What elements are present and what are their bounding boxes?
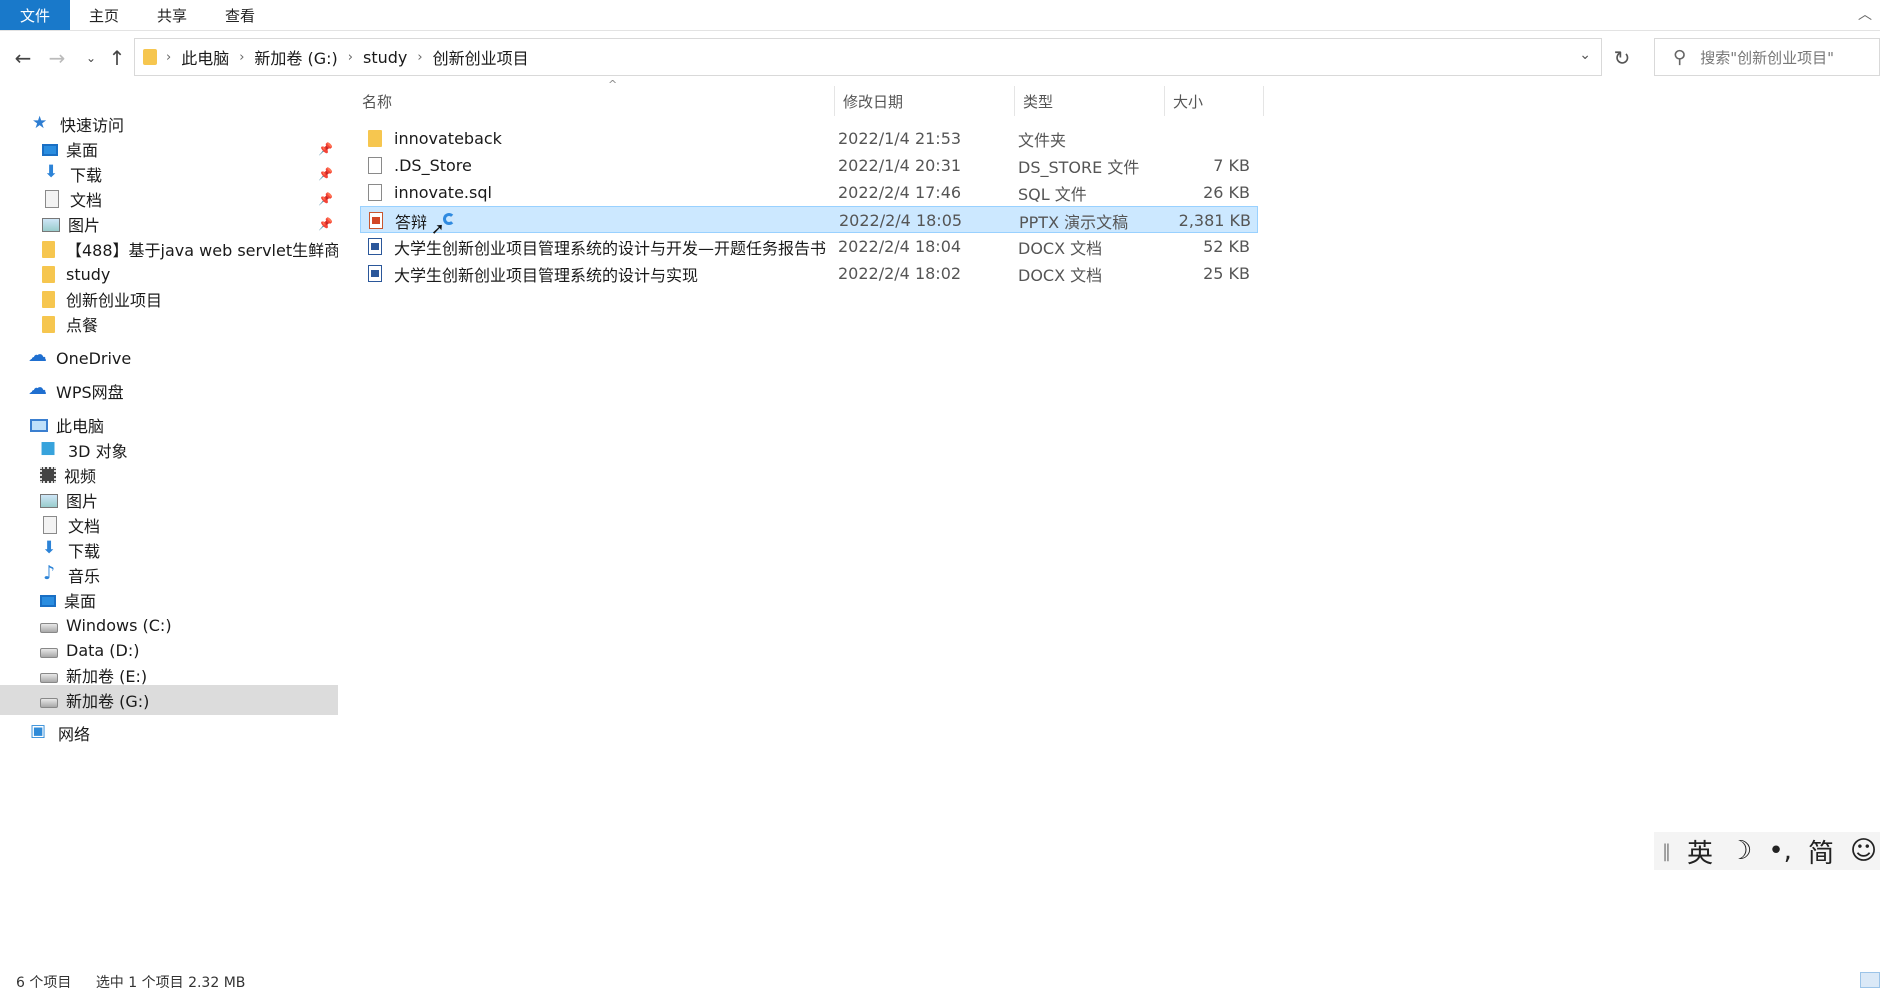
pptx-icon <box>369 212 383 229</box>
sidebar-item-wps-drive[interactable]: WPS网盘 <box>0 376 338 406</box>
breadcrumb-drive-g[interactable]: 新加卷 (G:) <box>247 45 344 69</box>
pictures-icon <box>40 494 58 508</box>
chevron-down-icon[interactable]: ⌄ <box>1579 47 1591 63</box>
table-row[interactable]: 大学生创新创业项目管理系统的设计与开发—开题任务报告书 2022/2/4 18:… <box>360 233 1258 260</box>
sidebar-item-drive-g[interactable]: 新加卷 (G:) <box>0 685 338 715</box>
sidebar-item-network[interactable]: 网络 <box>0 718 338 748</box>
emoji-icon[interactable]: ☺ <box>1850 836 1877 866</box>
computer-icon <box>30 419 48 432</box>
file-list: 名称 ^ 修改日期 类型 大小 innovateback 2022/1/4 21:… <box>340 78 1880 956</box>
column-header-date[interactable]: 修改日期 <box>834 86 1014 116</box>
star-icon <box>32 113 52 133</box>
breadcrumb-current-folder[interactable]: 创新创业项目 <box>426 45 536 69</box>
breadcrumb-study[interactable]: study <box>356 48 414 67</box>
search-box[interactable]: ⚲ 搜索"创新创业项目" <box>1654 38 1880 76</box>
cube-icon <box>40 438 60 459</box>
search-input[interactable]: 搜索"创新创业项目" <box>1700 47 1834 68</box>
drive-icon <box>40 697 58 708</box>
status-bar: 6 个项目 选中 1 个项目 2.32 MB <box>16 972 245 988</box>
recent-locations-chevron-icon[interactable]: ⌄ <box>78 44 104 72</box>
folder-icon <box>42 265 55 283</box>
forward-arrow-icon[interactable]: → <box>44 44 70 72</box>
drive-icon <box>40 647 58 658</box>
download-icon <box>42 162 62 183</box>
drive-icon <box>40 672 58 683</box>
folder-icon <box>42 290 55 308</box>
moon-icon[interactable]: ☽ <box>1729 836 1752 866</box>
breadcrumb-this-pc[interactable]: 此电脑 <box>174 45 236 69</box>
sidebar-item-ordering[interactable]: 点餐 <box>0 309 338 339</box>
status-selection: 选中 1 个项目 2.32 MB <box>95 975 246 988</box>
cloud-icon <box>28 377 48 400</box>
sidebar-item-onedrive[interactable]: OneDrive <box>0 343 338 373</box>
drive-icon <box>40 622 58 633</box>
tab-home[interactable]: 主页 <box>70 0 138 30</box>
pin-icon: 📌 <box>318 142 333 156</box>
ribbon-tabs: 文件 主页 共享 查看 ︿ <box>0 0 1880 31</box>
pin-icon: 📌 <box>318 167 333 181</box>
docx-icon <box>368 238 382 255</box>
address-bar[interactable]: › 此电脑 › 新加卷 (G:) › study › 创新创业项目 ⌄ <box>134 38 1602 76</box>
pictures-icon <box>42 218 60 232</box>
status-item-count: 6 个项目 <box>16 975 72 988</box>
chevron-right-icon[interactable]: › <box>345 50 356 65</box>
tab-view[interactable]: 查看 <box>206 0 274 30</box>
ime-punctuation-toggle[interactable]: •, <box>1768 836 1792 866</box>
desktop-icon <box>42 144 58 156</box>
download-icon <box>40 538 60 559</box>
chevron-right-icon[interactable]: › <box>414 50 425 65</box>
ime-language-toggle[interactable]: 英 <box>1687 833 1713 870</box>
table-row[interactable]: .DS_Store 2022/1/4 20:31 DS_STORE 文件 7 K… <box>360 152 1258 179</box>
navigation-bar: ← → ⌄ ↑ › 此电脑 › 新加卷 (G:) › study › 创新创业项… <box>0 38 1880 78</box>
document-icon <box>43 516 57 534</box>
column-header-name[interactable]: 名称 ^ <box>362 78 834 116</box>
navigation-pane: 快速访问 桌面📌 下载📌 文档📌 图片📌 【488】基于java web ser… <box>0 86 338 966</box>
folder-icon <box>42 240 55 258</box>
ime-simplified-toggle[interactable]: 简 <box>1808 833 1834 870</box>
refresh-icon[interactable]: ↻ <box>1606 44 1638 72</box>
table-row[interactable]: 大学生创新创业项目管理系统的设计与实现 2022/2/4 18:02 DOCX … <box>360 260 1258 287</box>
folder-icon <box>42 315 55 333</box>
pin-icon: 📌 <box>318 217 333 231</box>
cloud-icon <box>28 344 48 367</box>
chevron-right-icon[interactable]: › <box>236 50 247 65</box>
docx-icon <box>368 265 382 282</box>
video-icon <box>40 467 56 483</box>
search-icon: ⚲ <box>1673 46 1687 68</box>
table-row[interactable]: innovateback 2022/1/4 21:53 文件夹 <box>360 125 1258 152</box>
table-row-selected[interactable]: 答辩 ➚ 2022/2/4 18:05 PPTX 演示文稿 2,381 KB <box>360 206 1258 238</box>
network-icon <box>30 721 50 742</box>
drag-handle-icon[interactable]: ‖ <box>1662 841 1671 862</box>
tab-file[interactable]: 文件 <box>0 0 70 30</box>
sort-ascending-icon: ^ <box>608 78 618 91</box>
document-icon <box>45 190 59 208</box>
tab-share[interactable]: 共享 <box>138 0 206 30</box>
loading-spinner-icon <box>443 213 455 225</box>
table-row[interactable]: innovate.sql 2022/2/4 17:46 SQL 文件 26 KB <box>360 179 1258 206</box>
file-icon <box>368 184 382 201</box>
desktop-icon <box>40 595 56 607</box>
chevron-right-icon[interactable]: › <box>163 50 174 65</box>
folder-icon <box>368 130 382 147</box>
file-icon <box>368 157 382 174</box>
music-icon <box>40 562 60 584</box>
column-header-type[interactable]: 类型 <box>1014 86 1164 116</box>
chevron-up-icon[interactable]: ︿ <box>1858 4 1872 24</box>
ime-toolbar: ‖ 英 ☽ •, 简 ☺ <box>1654 832 1880 870</box>
folder-icon <box>143 49 157 65</box>
details-view-icon[interactable] <box>1860 972 1880 988</box>
column-header-size[interactable]: 大小 <box>1164 86 1264 116</box>
back-arrow-icon[interactable]: ← <box>10 44 36 72</box>
pin-icon: 📌 <box>318 192 333 206</box>
up-arrow-icon[interactable]: ↑ <box>104 44 130 72</box>
